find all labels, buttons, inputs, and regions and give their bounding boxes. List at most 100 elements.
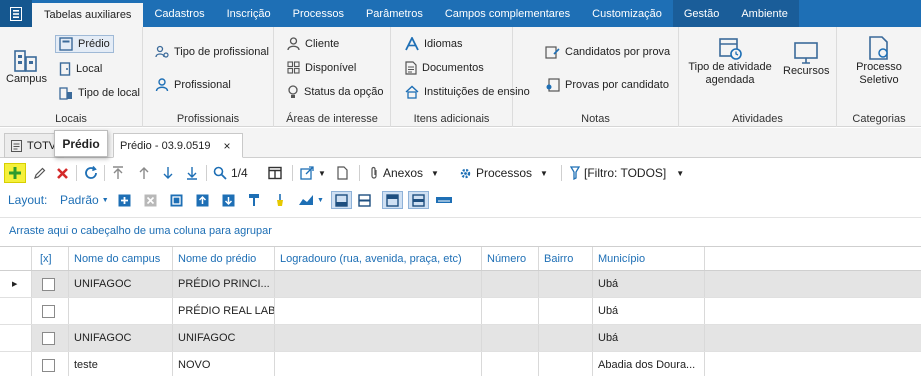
- row-checkbox[interactable]: [42, 304, 55, 318]
- export-button[interactable]: ▼: [300, 163, 326, 183]
- report-icon: [337, 166, 348, 180]
- processos-button[interactable]: Processos ▼: [459, 163, 548, 183]
- tipo-local-button[interactable]: Tipo de local: [59, 86, 140, 100]
- column-header-bairro[interactable]: Bairro: [539, 247, 593, 270]
- group-atividades: Tipo de atividade agendada Recursos Ativ…: [679, 27, 837, 127]
- toolbar-separator: [561, 165, 562, 181]
- layout-save-button[interactable]: [118, 191, 131, 209]
- exam-icon: [545, 46, 560, 59]
- tab-campos-complementares[interactable]: Campos complementares: [434, 0, 581, 27]
- cliente-label: Cliente: [305, 38, 340, 50]
- refresh-button[interactable]: [84, 163, 98, 183]
- door-icon: [59, 62, 71, 76]
- documentos-button[interactable]: Documentos: [405, 61, 484, 75]
- tipo-profissional-button[interactable]: Tipo de profissional: [155, 45, 269, 59]
- column-header-numero[interactable]: Número: [482, 247, 539, 270]
- column-header-select[interactable]: [x]: [32, 247, 69, 270]
- column-header-municipio[interactable]: Município: [593, 247, 705, 270]
- conditional-format-button[interactable]: [274, 191, 286, 209]
- chart-button[interactable]: ▼: [298, 191, 324, 209]
- column-header-nome-campus[interactable]: Nome do campus: [69, 247, 173, 270]
- document-tabs: TOTV Prédio - 03.9.0519 ×: [0, 128, 921, 158]
- table-row[interactable]: ▶ UNIFAGOC PRÉDIO PRINCI... Ubá: [0, 271, 921, 298]
- provas-candidato-button[interactable]: Provas por candidato: [545, 78, 669, 92]
- previous-record-button[interactable]: [138, 163, 150, 183]
- column-header-nome-predio[interactable]: Nome do prédio: [173, 247, 275, 270]
- tab-ambiente[interactable]: Ambiente: [730, 0, 799, 27]
- row-select-cell: [32, 271, 69, 297]
- close-icon[interactable]: ×: [224, 139, 231, 153]
- tab-processos[interactable]: Processos: [282, 0, 355, 27]
- layout-copy-button[interactable]: [170, 191, 183, 209]
- table-row[interactable]: UNIFAGOC UNIFAGOC Ubá: [0, 325, 921, 352]
- tab-gestao[interactable]: Gestão: [672, 0, 731, 27]
- status-opcao-button[interactable]: Status da opção: [287, 85, 384, 99]
- view-top-panel-button[interactable]: [382, 191, 403, 209]
- columns-button[interactable]: [268, 163, 282, 183]
- doc-tab-predio-label: Prédio - 03.9.0519: [120, 139, 211, 152]
- first-record-button[interactable]: [112, 163, 124, 183]
- layout-upload-button[interactable]: [196, 191, 209, 209]
- app-menu-button[interactable]: [0, 0, 32, 27]
- page-icon: [11, 139, 22, 152]
- edit-button[interactable]: [33, 163, 46, 183]
- process-document-icon: [869, 36, 888, 60]
- tab-customizacao[interactable]: Customização: [581, 0, 673, 27]
- doc-tab-predio[interactable]: Prédio - 03.9.0519 ×: [113, 133, 243, 158]
- group-notas: Candidatos por prova Provas por candidat…: [513, 27, 679, 127]
- lightbulb-icon: [288, 85, 298, 98]
- column-header-logradouro[interactable]: Logradouro (rua, avenida, praça, etc): [275, 247, 482, 270]
- delete-button[interactable]: [56, 163, 69, 183]
- cell-bairro: [539, 298, 593, 324]
- predio-button[interactable]: Prédio: [55, 35, 114, 53]
- processo-seletivo-button[interactable]: Processo Seletivo: [843, 35, 915, 87]
- layout-select[interactable]: Padrão ▼: [60, 191, 109, 209]
- view-bottom-panel-button[interactable]: [331, 191, 352, 209]
- tab-parametros[interactable]: Parâmetros: [355, 0, 434, 27]
- tipo-atividade-button[interactable]: Tipo de atividade agendada: [683, 35, 777, 87]
- last-record-button[interactable]: [186, 163, 198, 183]
- row-checkbox[interactable]: [42, 358, 55, 372]
- tab-tabelas-auxiliares[interactable]: Tabelas auxiliares: [32, 3, 144, 27]
- table-row[interactable]: PRÉDIO REAL LAB Ubá: [0, 298, 921, 325]
- search-button[interactable]: 1/4: [213, 163, 248, 183]
- tab-inscricao[interactable]: Inscrição: [216, 0, 282, 27]
- idiomas-button[interactable]: Idiomas: [405, 37, 463, 51]
- cliente-button[interactable]: Cliente: [287, 37, 339, 51]
- local-button[interactable]: Local: [59, 62, 102, 76]
- report-button[interactable]: [337, 163, 348, 183]
- row-indicator-arrow-icon: ▶: [0, 271, 32, 297]
- cell-municipio: Ubá: [593, 298, 705, 324]
- toolbar-separator: [76, 165, 77, 181]
- instituicoes-button[interactable]: Instituições de ensino: [405, 85, 530, 99]
- table-row[interactable]: teste NOVO Abadia dos Doura...: [0, 352, 921, 376]
- candidatos-prova-button[interactable]: Candidatos por prova: [545, 45, 670, 59]
- cell-bairro: [539, 325, 593, 351]
- view-middle-panel-button[interactable]: [408, 191, 429, 209]
- arrow-last-icon: [187, 167, 197, 180]
- layout-delete-button[interactable]: [144, 191, 157, 209]
- next-record-button[interactable]: [162, 163, 174, 183]
- cell-nome-campus: [69, 298, 173, 324]
- recursos-button[interactable]: Recursos: [783, 41, 829, 78]
- cell-numero: [482, 271, 539, 297]
- spellcheck-button[interactable]: [436, 191, 452, 209]
- add-button[interactable]: [4, 163, 26, 183]
- group-label-locais: Locais: [55, 113, 87, 125]
- profissional-button[interactable]: Profissional: [155, 78, 231, 92]
- layout-download-button[interactable]: [222, 191, 235, 209]
- group-by-area[interactable]: Arraste aqui o cabeçalho de uma coluna p…: [0, 217, 921, 245]
- tab-cadastros[interactable]: Cadastros: [143, 0, 215, 27]
- row-checkbox[interactable]: [42, 277, 55, 291]
- anexos-button[interactable]: Anexos ▼: [369, 163, 439, 183]
- disponivel-button[interactable]: Disponível: [287, 61, 356, 74]
- arrow-down-icon: [163, 167, 173, 179]
- view-split-button[interactable]: [358, 191, 371, 209]
- paint-format-button[interactable]: [248, 191, 260, 209]
- tooltip: Prédio: [54, 130, 108, 157]
- layout-copy-icon: [170, 194, 183, 206]
- row-checkbox[interactable]: [42, 331, 55, 345]
- filter-button[interactable]: [Filtro: TODOS] ▼: [570, 163, 684, 183]
- toolbar-separator: [359, 165, 360, 181]
- campus-button[interactable]: Campus: [6, 47, 47, 86]
